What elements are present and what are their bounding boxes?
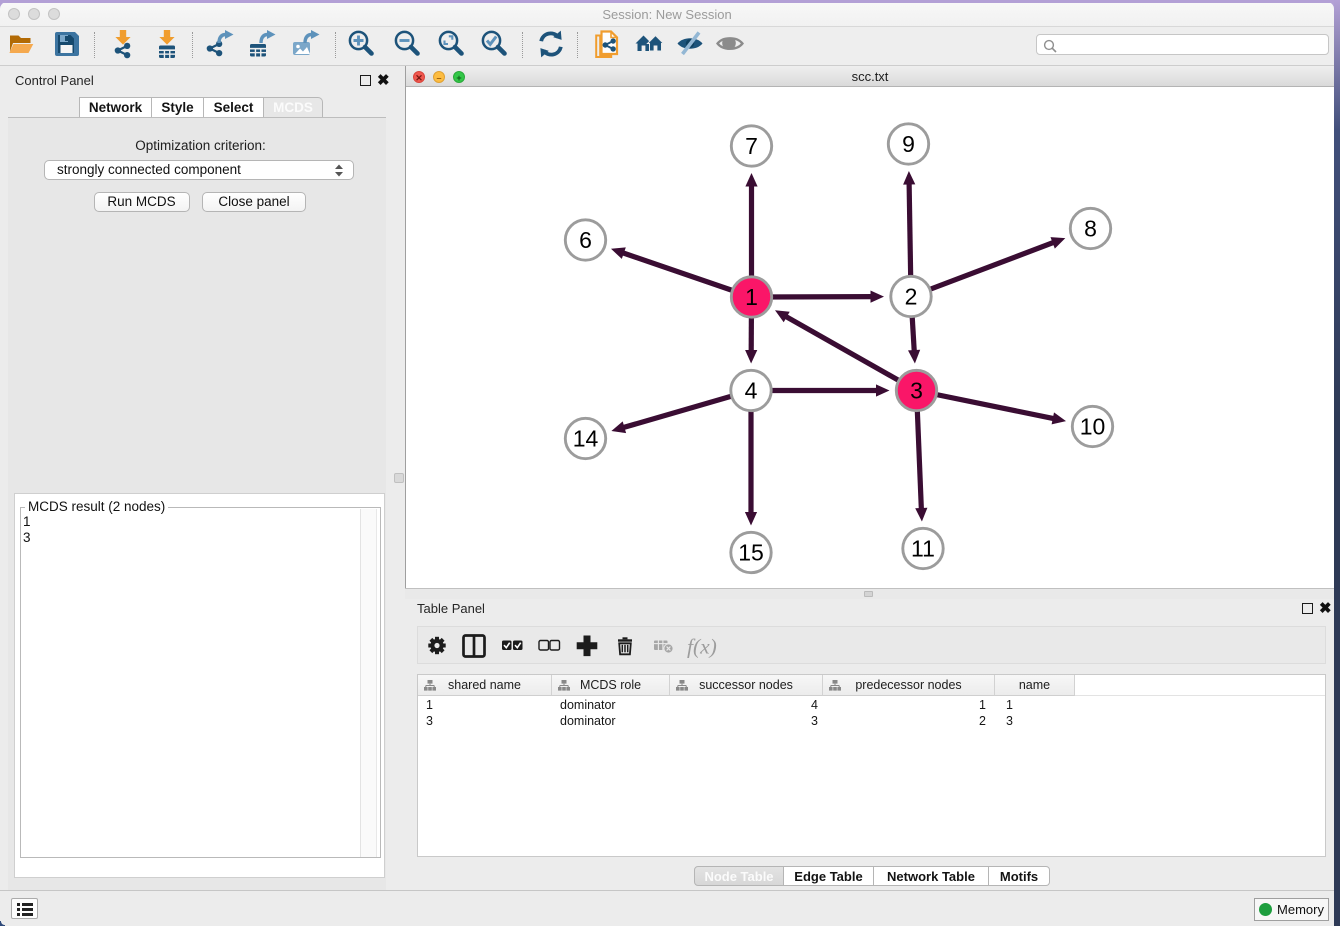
svg-text:8: 8	[1084, 216, 1097, 242]
svg-text:4: 4	[745, 378, 758, 404]
svg-text:10: 10	[1080, 414, 1106, 440]
svg-text:7: 7	[745, 133, 758, 159]
svg-text:14: 14	[573, 426, 599, 452]
svg-text:2: 2	[905, 284, 918, 310]
svg-text:15: 15	[738, 540, 764, 566]
svg-text:f(x): f(x)	[687, 635, 717, 659]
svg-text:9: 9	[902, 131, 915, 157]
svg-text:6: 6	[579, 227, 592, 253]
svg-text:3: 3	[910, 378, 923, 404]
svg-text:11: 11	[911, 536, 935, 562]
svg-text:1: 1	[745, 284, 758, 310]
